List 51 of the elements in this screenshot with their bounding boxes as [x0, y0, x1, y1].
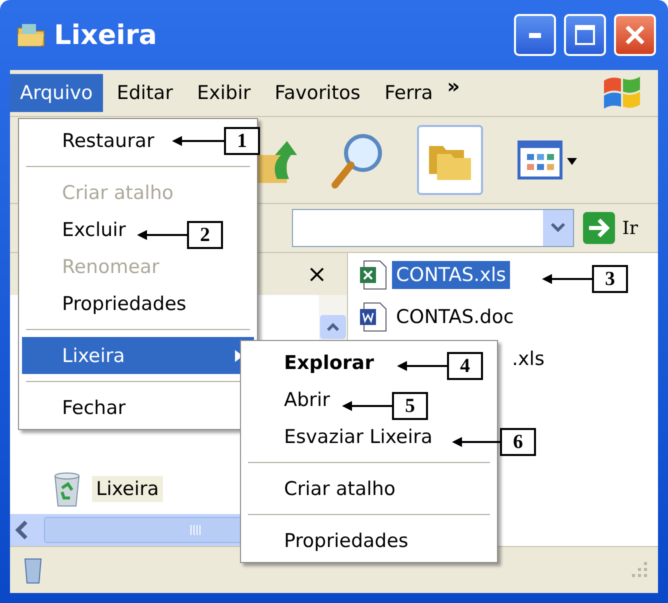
file-name[interactable]: CONTAS.xls — [392, 261, 510, 289]
menu-item[interactable]: Favoritos — [264, 74, 370, 112]
address-field[interactable] — [292, 209, 574, 247]
grip-icon — [188, 524, 202, 536]
close-button[interactable] — [614, 14, 656, 56]
dropdown-button[interactable] — [543, 210, 574, 246]
document-file-icon[interactable] — [358, 301, 388, 333]
minimize-button[interactable] — [514, 14, 556, 56]
chevron-down-icon — [550, 222, 566, 234]
pointer-arrow — [542, 273, 592, 285]
close-pane-button[interactable]: × — [302, 260, 331, 288]
menu-item[interactable]: Editar — [106, 74, 183, 112]
pointer-arrow — [172, 135, 224, 147]
menu-item[interactable]: Propriedades — [244, 522, 418, 559]
spreadsheet-file-icon[interactable] — [358, 259, 388, 291]
search-icon[interactable] — [331, 131, 383, 189]
window-title: Lixeira — [54, 20, 158, 50]
menu-item[interactable]: Abrir — [244, 381, 340, 418]
menu-item[interactable]: Exibir — [186, 74, 261, 112]
pointer-arrow — [452, 436, 500, 448]
pointer-arrow — [137, 229, 187, 241]
pointer-arrow — [397, 360, 447, 372]
maximize-icon — [574, 24, 596, 46]
callout-number: 3 — [592, 265, 628, 293]
overflow-chevron[interactable]: » — [446, 74, 495, 98]
callout-number: 4 — [447, 352, 483, 380]
menu-item[interactable]: Restaurar — [22, 122, 164, 159]
close-icon — [624, 24, 646, 46]
chevron-up-icon — [326, 322, 340, 332]
resize-grip-icon[interactable] — [632, 562, 648, 578]
folder-icon — [16, 22, 46, 48]
maximize-button[interactable] — [564, 14, 606, 56]
callout-number: 2 — [187, 221, 223, 249]
menu-item[interactable]: Lixeira — [22, 337, 254, 374]
menu-item[interactable]: Excluir — [22, 211, 136, 248]
menu-item[interactable]: Esvaziar Lixeira — [244, 418, 442, 455]
callout-number: 6 — [500, 428, 536, 456]
menu-item[interactable]: Ferra — [374, 74, 443, 112]
minimize-icon — [529, 32, 541, 38]
menu-item[interactable]: Arquivo — [10, 74, 103, 112]
tree-item[interactable]: Lixeira — [92, 476, 163, 502]
go-button[interactable]: Ir — [582, 211, 638, 245]
pointer-arrow — [342, 400, 392, 412]
callout-number: 1 — [224, 127, 260, 155]
scroll-up-button[interactable] — [320, 315, 346, 339]
menu-item[interactable]: Propriedades — [22, 285, 196, 322]
callout-number: 5 — [392, 392, 428, 420]
menu-item[interactable]: Criar atalho — [244, 470, 406, 507]
file-name[interactable]: CONTAS.doc — [392, 303, 518, 331]
menu-item[interactable]: Fechar — [22, 389, 136, 426]
file-name[interactable]: .xls — [508, 345, 548, 373]
